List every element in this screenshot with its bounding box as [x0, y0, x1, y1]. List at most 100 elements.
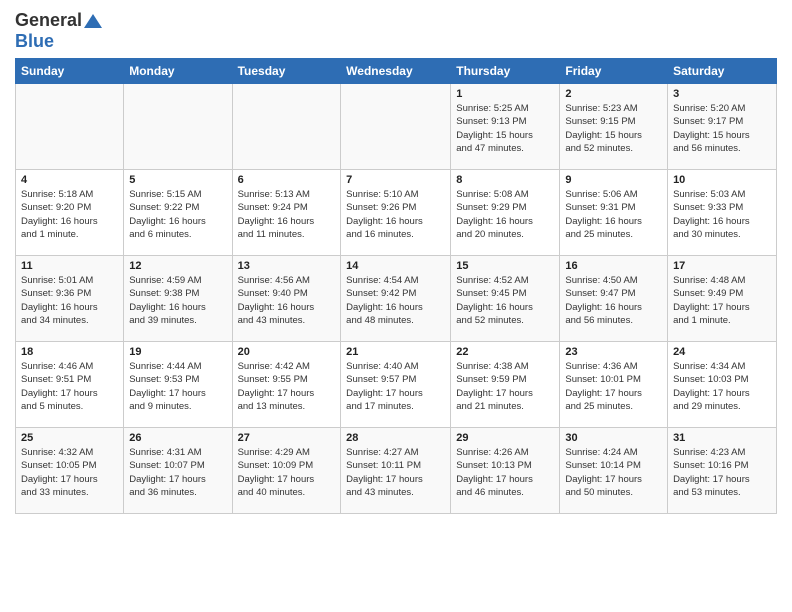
- day-info: Sunrise: 5:10 AM Sunset: 9:26 PM Dayligh…: [346, 188, 445, 241]
- column-header-tuesday: Tuesday: [232, 59, 341, 84]
- day-info: Sunrise: 4:26 AM Sunset: 10:13 PM Daylig…: [456, 446, 554, 499]
- day-info: Sunrise: 4:52 AM Sunset: 9:45 PM Dayligh…: [456, 274, 554, 327]
- calendar-cell: 26 Sunrise: 4:31 AM Sunset: 10:07 PM Dayl…: [124, 428, 232, 514]
- calendar-cell: 5 Sunrise: 5:15 AM Sunset: 9:22 PM Daylig…: [124, 170, 232, 256]
- day-number: 4: [21, 174, 118, 186]
- day-info: Sunrise: 5:01 AM Sunset: 9:36 PM Dayligh…: [21, 274, 118, 327]
- calendar-cell: 31Sunrise: 4:23 AM Sunset: 10:16 PM Dayl…: [668, 428, 777, 514]
- calendar-cell: [232, 84, 341, 170]
- day-info: Sunrise: 4:40 AM Sunset: 9:57 PM Dayligh…: [346, 360, 445, 413]
- logo-general-text: General: [15, 10, 82, 31]
- day-info: Sunrise: 4:24 AM Sunset: 10:14 PM Daylig…: [565, 446, 662, 499]
- calendar-cell: 19 Sunrise: 4:44 AM Sunset: 9:53 PM Dayli…: [124, 342, 232, 428]
- day-number: 11: [21, 260, 118, 272]
- calendar-cell: 8 Sunrise: 5:08 AM Sunset: 9:29 PM Daylig…: [451, 170, 560, 256]
- calendar-week-row: 11 Sunrise: 5:01 AM Sunset: 9:36 PM Dayli…: [16, 256, 777, 342]
- calendar-cell: 20 Sunrise: 4:42 AM Sunset: 9:55 PM Dayli…: [232, 342, 341, 428]
- calendar-week-row: 25 Sunrise: 4:32 AM Sunset: 10:05 PM Dayl…: [16, 428, 777, 514]
- day-info: Sunrise: 4:36 AM Sunset: 10:01 PM Daylig…: [565, 360, 662, 413]
- day-number: 13: [238, 260, 336, 272]
- calendar-cell: 24 Sunrise: 4:34 AM Sunset: 10:03 PM Dayl…: [668, 342, 777, 428]
- calendar-header-row: SundayMondayTuesdayWednesdayThursdayFrid…: [16, 59, 777, 84]
- calendar-cell: 9 Sunrise: 5:06 AM Sunset: 9:31 PM Daylig…: [560, 170, 668, 256]
- day-number: 15: [456, 260, 554, 272]
- day-info: Sunrise: 5:20 AM Sunset: 9:17 PM Dayligh…: [673, 102, 771, 155]
- day-number: 5: [129, 174, 226, 186]
- day-info: Sunrise: 4:54 AM Sunset: 9:42 PM Dayligh…: [346, 274, 445, 327]
- day-number: 24: [673, 346, 771, 358]
- day-info: Sunrise: 4:42 AM Sunset: 9:55 PM Dayligh…: [238, 360, 336, 413]
- calendar-cell: 23 Sunrise: 4:36 AM Sunset: 10:01 PM Dayl…: [560, 342, 668, 428]
- calendar-cell: 4 Sunrise: 5:18 AM Sunset: 9:20 PM Daylig…: [16, 170, 124, 256]
- calendar-cell: 17Sunrise: 4:48 AM Sunset: 9:49 PM Dayli…: [668, 256, 777, 342]
- calendar-table: SundayMondayTuesdayWednesdayThursdayFrid…: [15, 58, 777, 514]
- calendar-cell: 13Sunrise: 4:56 AM Sunset: 9:40 PM Dayli…: [232, 256, 341, 342]
- calendar-cell: 16Sunrise: 4:50 AM Sunset: 9:47 PM Dayli…: [560, 256, 668, 342]
- day-number: 1: [456, 88, 554, 100]
- calendar-cell: 11 Sunrise: 5:01 AM Sunset: 9:36 PM Dayli…: [16, 256, 124, 342]
- calendar-cell: 15 Sunrise: 4:52 AM Sunset: 9:45 PM Dayli…: [451, 256, 560, 342]
- calendar-cell: 30 Sunrise: 4:24 AM Sunset: 10:14 PM Dayl…: [560, 428, 668, 514]
- calendar-cell: 29 Sunrise: 4:26 AM Sunset: 10:13 PM Dayl…: [451, 428, 560, 514]
- day-number: 29: [456, 432, 554, 444]
- day-info: Sunrise: 5:25 AM Sunset: 9:13 PM Dayligh…: [456, 102, 554, 155]
- calendar-cell: [16, 84, 124, 170]
- calendar-cell: 21Sunrise: 4:40 AM Sunset: 9:57 PM Dayli…: [341, 342, 451, 428]
- day-number: 9: [565, 174, 662, 186]
- day-info: Sunrise: 4:44 AM Sunset: 9:53 PM Dayligh…: [129, 360, 226, 413]
- day-info: Sunrise: 4:50 AM Sunset: 9:47 PM Dayligh…: [565, 274, 662, 327]
- day-number: 22: [456, 346, 554, 358]
- column-header-monday: Monday: [124, 59, 232, 84]
- day-info: Sunrise: 4:48 AM Sunset: 9:49 PM Dayligh…: [673, 274, 771, 327]
- column-header-sunday: Sunday: [16, 59, 124, 84]
- day-number: 7: [346, 174, 445, 186]
- logo: General Blue: [15, 10, 102, 52]
- day-number: 28: [346, 432, 445, 444]
- day-number: 10: [673, 174, 771, 186]
- column-header-wednesday: Wednesday: [341, 59, 451, 84]
- calendar-cell: 12Sunrise: 4:59 AM Sunset: 9:38 PM Dayli…: [124, 256, 232, 342]
- calendar-week-row: 18Sunrise: 4:46 AM Sunset: 9:51 PM Dayli…: [16, 342, 777, 428]
- calendar-cell: 18Sunrise: 4:46 AM Sunset: 9:51 PM Dayli…: [16, 342, 124, 428]
- day-info: Sunrise: 4:59 AM Sunset: 9:38 PM Dayligh…: [129, 274, 226, 327]
- calendar-cell: 14 Sunrise: 4:54 AM Sunset: 9:42 PM Dayli…: [341, 256, 451, 342]
- calendar-cell: 10 Sunrise: 5:03 AM Sunset: 9:33 PM Dayli…: [668, 170, 777, 256]
- day-info: Sunrise: 4:32 AM Sunset: 10:05 PM Daylig…: [21, 446, 118, 499]
- day-info: Sunrise: 5:23 AM Sunset: 9:15 PM Dayligh…: [565, 102, 662, 155]
- calendar-week-row: 4 Sunrise: 5:18 AM Sunset: 9:20 PM Daylig…: [16, 170, 777, 256]
- calendar-cell: 7 Sunrise: 5:10 AM Sunset: 9:26 PM Daylig…: [341, 170, 451, 256]
- day-number: 30: [565, 432, 662, 444]
- day-info: Sunrise: 5:08 AM Sunset: 9:29 PM Dayligh…: [456, 188, 554, 241]
- day-number: 27: [238, 432, 336, 444]
- day-number: 3: [673, 88, 771, 100]
- calendar-week-row: 1 Sunrise: 5:25 AM Sunset: 9:13 PM Daylig…: [16, 84, 777, 170]
- column-header-saturday: Saturday: [668, 59, 777, 84]
- calendar-cell: 28 Sunrise: 4:27 AM Sunset: 10:11 PM Dayl…: [341, 428, 451, 514]
- day-info: Sunrise: 5:03 AM Sunset: 9:33 PM Dayligh…: [673, 188, 771, 241]
- day-info: Sunrise: 5:15 AM Sunset: 9:22 PM Dayligh…: [129, 188, 226, 241]
- day-info: Sunrise: 5:06 AM Sunset: 9:31 PM Dayligh…: [565, 188, 662, 241]
- calendar-cell: [124, 84, 232, 170]
- day-number: 23: [565, 346, 662, 358]
- day-number: 20: [238, 346, 336, 358]
- day-info: Sunrise: 5:13 AM Sunset: 9:24 PM Dayligh…: [238, 188, 336, 241]
- day-number: 14: [346, 260, 445, 272]
- day-number: 8: [456, 174, 554, 186]
- calendar-cell: 22 Sunrise: 4:38 AM Sunset: 9:59 PM Dayli…: [451, 342, 560, 428]
- day-info: Sunrise: 4:38 AM Sunset: 9:59 PM Dayligh…: [456, 360, 554, 413]
- day-number: 2: [565, 88, 662, 100]
- calendar-cell: 6Sunrise: 5:13 AM Sunset: 9:24 PM Daylig…: [232, 170, 341, 256]
- day-info: Sunrise: 4:46 AM Sunset: 9:51 PM Dayligh…: [21, 360, 118, 413]
- day-number: 25: [21, 432, 118, 444]
- column-header-friday: Friday: [560, 59, 668, 84]
- day-info: Sunrise: 4:34 AM Sunset: 10:03 PM Daylig…: [673, 360, 771, 413]
- calendar-cell: 25 Sunrise: 4:32 AM Sunset: 10:05 PM Dayl…: [16, 428, 124, 514]
- logo-arrow-icon: [84, 10, 102, 28]
- column-header-thursday: Thursday: [451, 59, 560, 84]
- day-info: Sunrise: 4:27 AM Sunset: 10:11 PM Daylig…: [346, 446, 445, 499]
- day-number: 19: [129, 346, 226, 358]
- day-number: 26: [129, 432, 226, 444]
- day-info: Sunrise: 5:18 AM Sunset: 9:20 PM Dayligh…: [21, 188, 118, 241]
- day-info: Sunrise: 4:31 AM Sunset: 10:07 PM Daylig…: [129, 446, 226, 499]
- calendar-cell: 3 Sunrise: 5:20 AM Sunset: 9:17 PM Daylig…: [668, 84, 777, 170]
